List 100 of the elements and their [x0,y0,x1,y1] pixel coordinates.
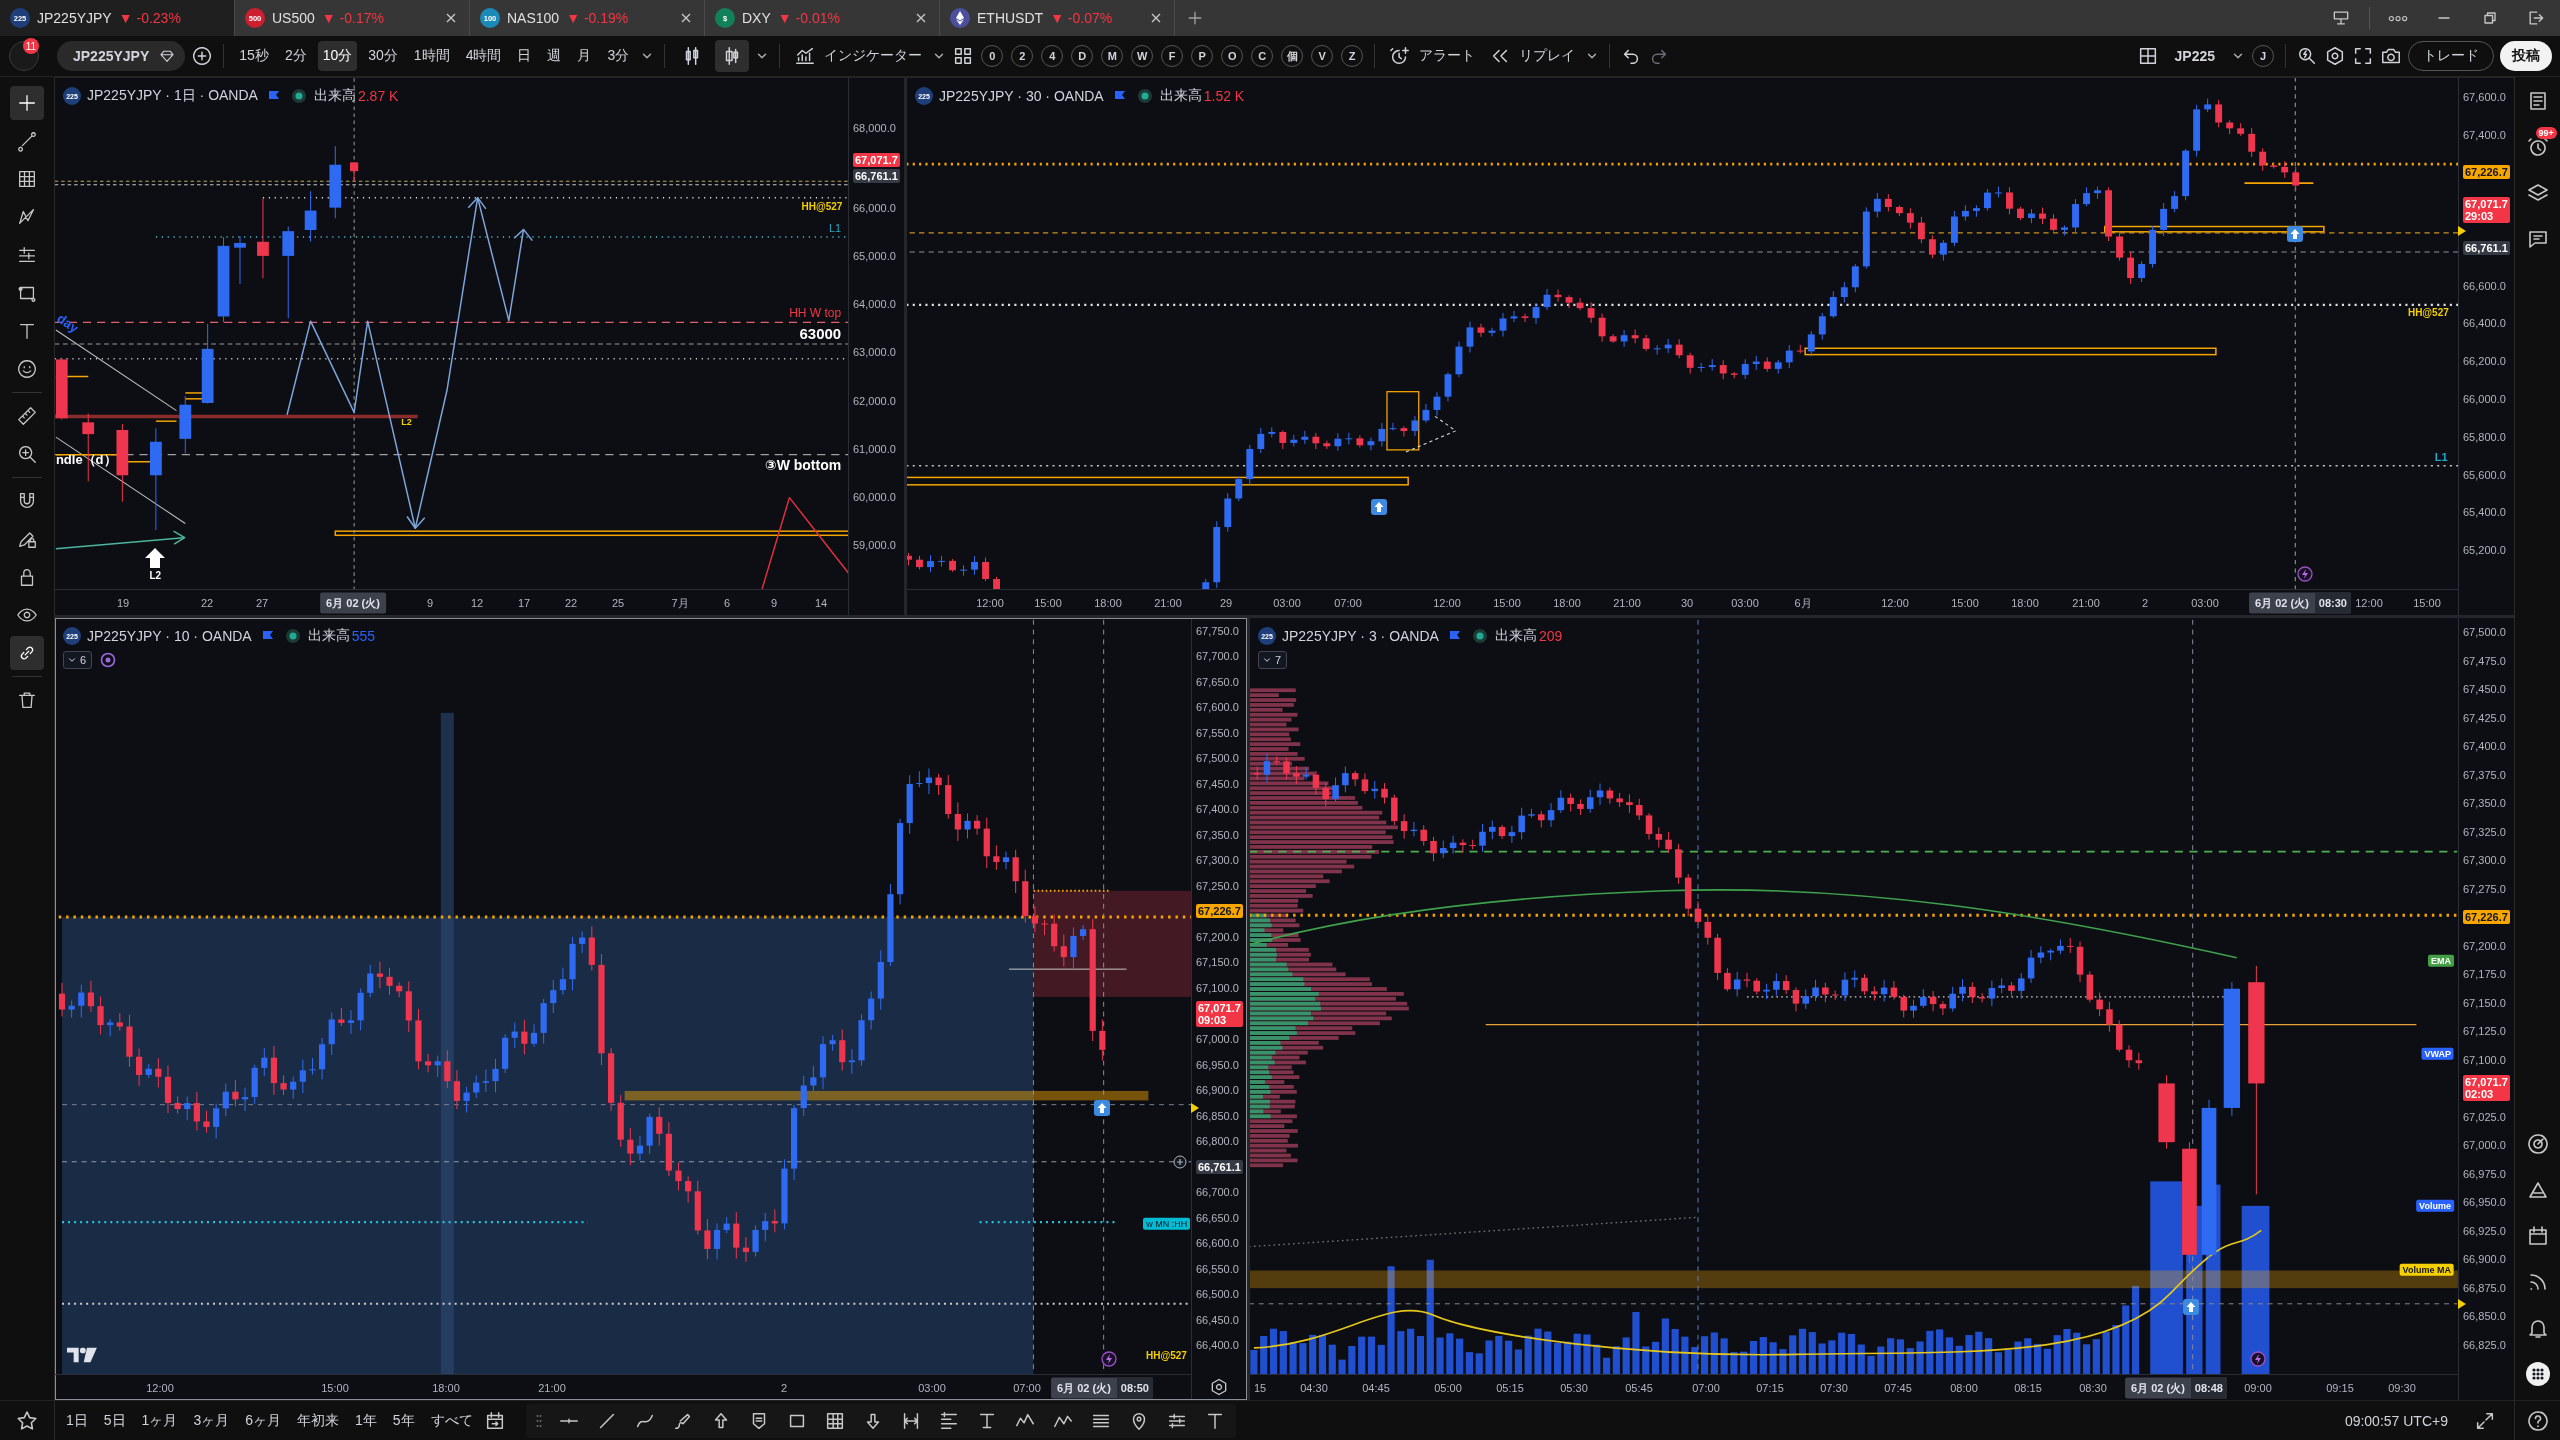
close-icon[interactable] [680,12,692,24]
indicator-tag: VWAP [2421,1047,2454,1061]
indicator-tag: EMA [2427,954,2454,968]
add-icon[interactable] [191,45,214,67]
price-label: 67,000.0 [2463,1139,2506,1152]
price-tag: 67,071.7 [853,153,900,168]
close-icon[interactable] [1150,12,1162,24]
interval-button[interactable]: 日 [512,41,537,71]
interval-button[interactable]: 2分 [279,41,312,71]
clock-text[interactable]: 09:00:57 UTC+9 [2344,1412,2448,1429]
range-button[interactable]: 1ヶ月 [136,1406,183,1435]
time-label: 25 [611,596,625,609]
alarm-clock-icon[interactable] [2525,135,2550,159]
price-label: 65,600.0 [2463,468,2506,481]
price-label: 67,400.0 [2463,740,2506,753]
tool-button[interactable] [10,636,44,670]
time-label: 05:00 [1434,1381,1462,1394]
time-label: 18:00 [1553,596,1581,609]
time-label: 04:45 [1362,1381,1390,1394]
fullscreen-icon[interactable] [2352,45,2374,67]
interval-button[interactable]: 3分 [602,41,635,71]
range-button[interactable]: 1年 [350,1406,382,1435]
price-tag: 66,761.1 [1196,1159,1243,1174]
range-button[interactable]: すべて [425,1406,478,1435]
price-label: 66,850.0 [2463,1310,2506,1323]
time-label: 07:00 [1692,1381,1720,1394]
price-label: 67,475.0 [2463,654,2506,667]
interval-button[interactable]: 週 [542,41,567,71]
more-icon[interactable] [2388,14,2408,22]
price-label: 66,000.0 [853,202,896,215]
time-label: 18:00 [432,1381,460,1394]
price-label: 66,900.0 [1196,1084,1239,1097]
price-label: 66,950.0 [1196,1058,1239,1071]
drag-handle-icon[interactable] [535,1412,542,1429]
price-tag: 67,226.7 [1196,904,1243,919]
range-button[interactable]: 6ヶ月 [240,1406,286,1435]
replay-button[interactable]: リプレイ [1485,41,1580,71]
time-label: 03:00 [2191,596,2219,609]
range-button[interactable]: 5日 [98,1406,131,1435]
range-button[interactable]: 年初来 [292,1406,344,1435]
price-label: 66,600.0 [1196,1237,1239,1250]
time-label: 07:45 [1884,1381,1912,1394]
interval-button[interactable]: 30分 [363,41,403,71]
price-label: 66,850.0 [1196,1109,1239,1122]
price-label: 66,600.0 [2463,279,2506,292]
time-label: 07:00 [1013,1381,1041,1394]
tool-button[interactable] [10,86,44,120]
help-icon[interactable] [2525,1408,2550,1433]
price-label: 66,000.0 [2463,393,2506,405]
time-label: 9 [426,596,434,609]
price-label: 66,950.0 [2463,1196,2506,1209]
price-label: 65,800.0 [2463,430,2506,443]
time-label: 15 [1253,1381,1267,1394]
time-label: 03:00 [1273,596,1301,609]
interval-button[interactable]: 15秒 [234,41,274,71]
alert-button[interactable]: アラート [1385,41,1480,71]
indicator-tag: Volume MA [2399,1263,2454,1276]
close-icon[interactable] [445,12,457,24]
price-label: 67,450.0 [1196,777,1239,790]
price-label: 67,450.0 [2463,683,2506,696]
time-label: 07:15 [1756,1381,1784,1394]
price-label: 66,400.0 [2463,317,2506,330]
price-label: 66,875.0 [2463,1281,2506,1294]
price-label: 67,125.0 [2463,1025,2506,1038]
price-label: 62,000.0 [853,394,896,407]
settings-icon[interactable] [1209,1377,1229,1397]
price-label: 66,800.0 [1196,1135,1239,1148]
layout-symbol-button[interactable]: JP225 [2164,41,2225,71]
range-button[interactable]: 5年 [387,1406,420,1435]
crosshair-time-label: 6月 02 (火) [320,592,386,613]
time-label: 21:00 [538,1381,566,1394]
star-icon[interactable] [15,1408,39,1433]
interval-button[interactable]: 10分 [317,41,358,71]
apps-icon[interactable] [2525,1362,2550,1386]
settings-icon[interactable] [2324,45,2346,67]
interval-button[interactable]: 4時間 [460,41,507,71]
indicators-button[interactable]: インジケーター [790,41,927,71]
publish-button[interactable]: 投稿 [2500,41,2552,71]
interval-button[interactable]: 月 [572,41,597,71]
time-label: 12:00 [146,1381,174,1394]
price-label: 67,650.0 [1196,675,1239,688]
interval-button[interactable]: 1時間 [408,41,455,71]
time-label: 21:00 [2072,596,2100,609]
price-label: 67,275.0 [2463,882,2506,895]
close-icon[interactable] [915,12,927,24]
time-label: 2 [780,1381,788,1394]
price-label: 67,600.0 [1196,701,1239,714]
time-label: 15:00 [1493,596,1521,609]
symbol-search-button[interactable]: JP225YJPY [57,41,186,71]
target-icon[interactable] [2525,1132,2550,1156]
ruler-icon [16,405,38,427]
time-label: 09:15 [2326,1381,2354,1394]
chart-style-button[interactable] [715,40,750,72]
time-label: 14 [814,596,828,609]
time-label: 22 [564,596,578,609]
range-button[interactable]: 3ヶ月 [188,1406,235,1435]
time-label: 17 [517,596,531,609]
search-icon[interactable] [2296,45,2318,67]
time-label: 12:00 [2355,596,2383,609]
range-button[interactable]: 1日 [61,1406,93,1435]
